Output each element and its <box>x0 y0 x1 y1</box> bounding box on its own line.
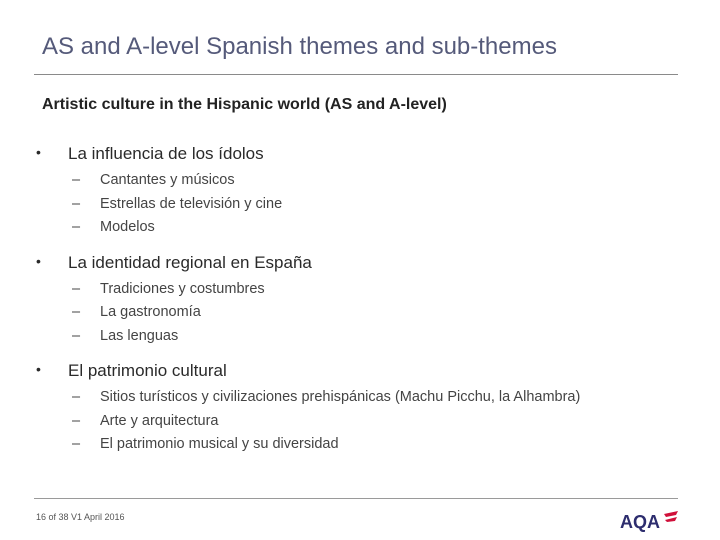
subtopic-label: Sitios turísticos y civilizaciones prehi… <box>100 389 581 405</box>
subtopic-label: Cantantes y músicos <box>100 172 235 188</box>
subtopic-item: – Estrellas de televisión y cine <box>42 196 682 220</box>
bullet-marker: • <box>36 144 41 160</box>
topic-label: El patrimonio cultural <box>68 361 227 380</box>
dash-marker: – <box>72 172 81 188</box>
theme-subtitle: Artistic culture in the Hispanic world (… <box>42 96 447 113</box>
footer-divider <box>34 498 678 499</box>
subtopic-item: – Arte y arquitectura <box>42 413 682 437</box>
subtopic-label: Arte y arquitectura <box>100 412 219 429</box>
subtopic-list: – Sitios turísticos y civilizaciones pre… <box>42 389 682 460</box>
topic-item: • La identidad regional en España <box>36 252 682 277</box>
topic-item: • El patrimonio cultural <box>36 361 682 385</box>
subtopic-item: – Cantantes y músicos <box>42 172 682 196</box>
aqa-logo: AQA <box>620 511 678 532</box>
subtopic-item: – El patrimonio musical y su diversidad <box>42 436 682 460</box>
subtopic-item: – Modelos <box>42 219 682 243</box>
dash-marker: – <box>72 412 81 429</box>
slide-title: AS and A-level Spanish themes and sub-th… <box>42 33 557 60</box>
subtopic-item: – Tradiciones y costumbres <box>42 281 682 305</box>
topic-label: La identidad regional en España <box>68 252 312 272</box>
topic-label: La influencia de los ídolos <box>68 144 264 163</box>
title-divider <box>34 74 678 75</box>
subtopic-label: Tradiciones y costumbres <box>100 280 265 297</box>
subtopic-label: Las lenguas <box>100 327 179 344</box>
topic-list: • La influencia de los ídolos – Cantante… <box>36 144 682 470</box>
subtopic-label: El patrimonio musical y su diversidad <box>100 436 339 452</box>
page-info: 16 of 38 V1 April 2016 <box>36 512 125 522</box>
subtopic-list: – Cantantes y músicos – Estrellas de tel… <box>42 172 682 243</box>
topic-item: • La influencia de los ídolos <box>36 144 682 168</box>
dash-marker: – <box>72 195 81 212</box>
subtopic-item: – Las lenguas <box>42 328 682 352</box>
subtopic-list: – Tradiciones y costumbres – La gastrono… <box>42 281 682 352</box>
dash-marker: – <box>72 327 81 344</box>
bullet-marker: • <box>36 361 41 377</box>
subtopic-label: Estrellas de televisión y cine <box>100 195 283 212</box>
bullet-marker: • <box>36 252 41 269</box>
aqa-logo-swoosh-icon <box>664 511 678 522</box>
dash-marker: – <box>72 280 81 297</box>
aqa-logo-text: AQA <box>620 512 660 532</box>
subtopic-label: Modelos <box>100 219 155 235</box>
dash-marker: – <box>72 219 81 235</box>
subtopic-item: – La gastronomía <box>42 304 682 328</box>
dash-marker: – <box>72 436 81 452</box>
subtopic-label: La gastronomía <box>100 304 201 320</box>
dash-marker: – <box>72 389 81 405</box>
dash-marker: – <box>72 304 81 320</box>
subtopic-item: – Sitios turísticos y civilizaciones pre… <box>42 389 682 413</box>
